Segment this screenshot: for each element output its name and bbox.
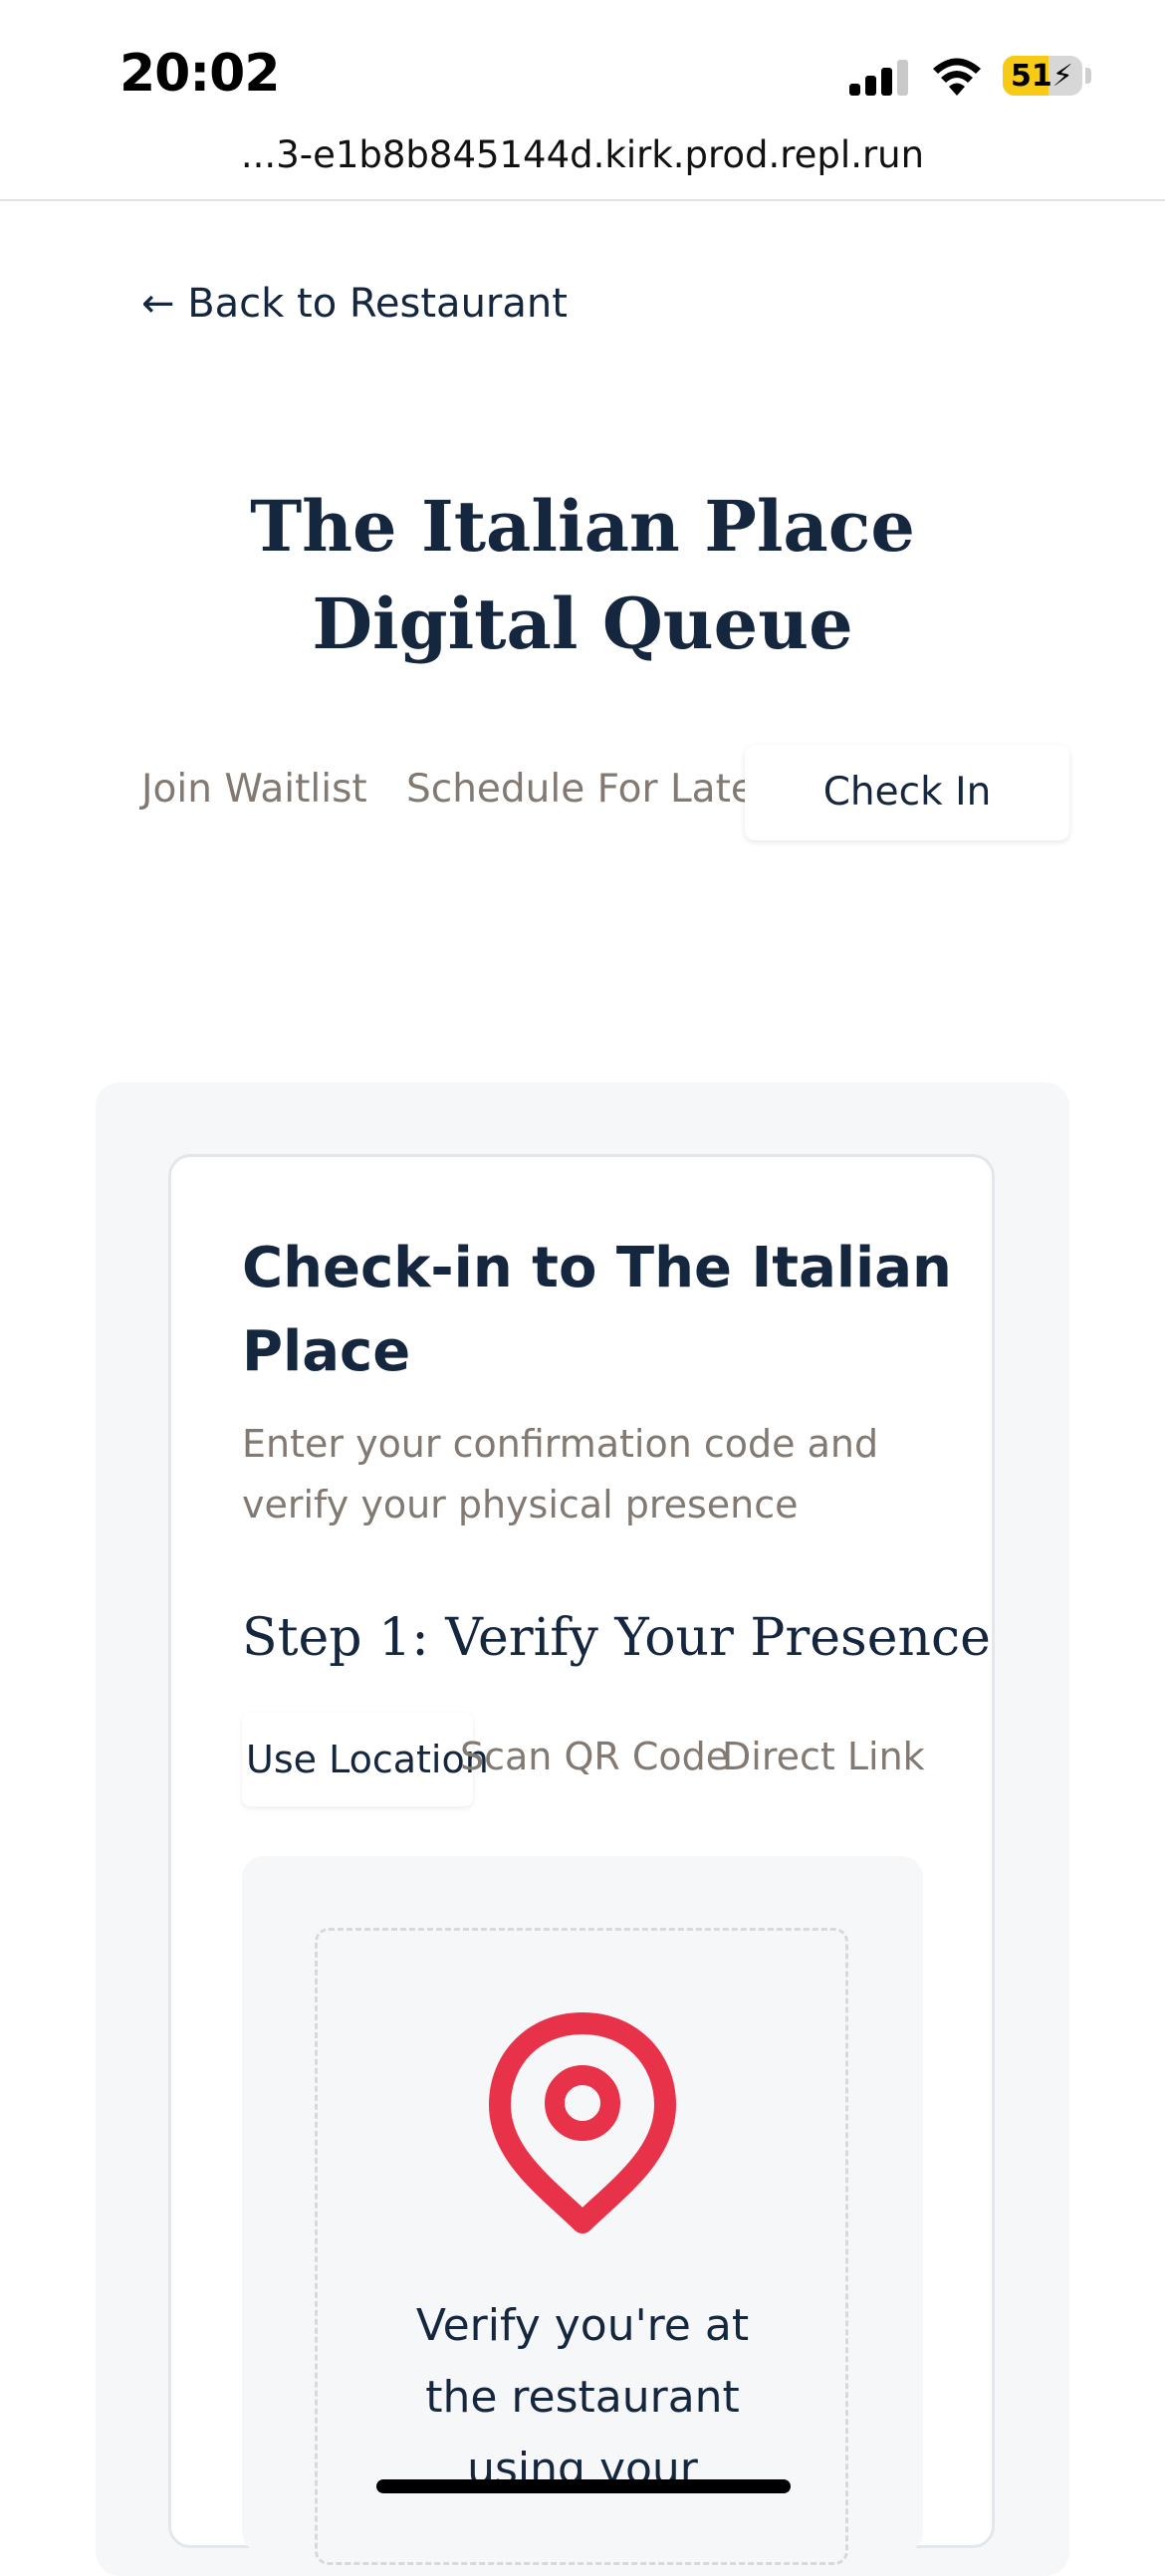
cellular-signal-icon (849, 60, 909, 96)
tab-schedule-for-later[interactable]: Schedule For Later (406, 767, 745, 812)
page-title: The Italian Place Digital Queue (250, 485, 915, 665)
battery-percent: 51⚡ (1011, 59, 1073, 94)
verify-location-text: Verify you're at the restaurant using yo… (415, 2300, 750, 2494)
card-title: Check-in to The Italian Place (242, 1236, 952, 1384)
wifi-icon (933, 58, 981, 96)
tab-scan-qr-code[interactable]: Scan QR Code (460, 1735, 729, 1778)
map-pin-icon (489, 2012, 676, 2233)
tab-direct-link[interactable]: Direct Link (722, 1735, 925, 1778)
tab-check-in[interactable]: Check In (745, 745, 1069, 840)
back-to-restaurant-link[interactable]: ← Back to Restaurant (141, 281, 568, 327)
step-title: Step 1: Verify Your Presence (242, 1608, 991, 1668)
address-bar[interactable]: ...3-e1b8b845144d.kirk.prod.repl.run (0, 133, 1165, 176)
tab-use-location[interactable]: Use Location (242, 1713, 489, 1806)
home-indicator (376, 2479, 791, 2493)
tab-join-waitlist[interactable]: Join Waitlist (141, 767, 367, 812)
card-description: Enter your confirmation code and verify … (242, 1422, 879, 1526)
status-bar: 20:02 51⚡ ...3-e1b8b845144d.kirk.prod.re… (0, 0, 1165, 201)
battery-icon: 51⚡ (1003, 56, 1082, 96)
battery-tip (1085, 68, 1091, 84)
status-time: 20:02 (119, 44, 281, 104)
address-divider (0, 199, 1165, 201)
